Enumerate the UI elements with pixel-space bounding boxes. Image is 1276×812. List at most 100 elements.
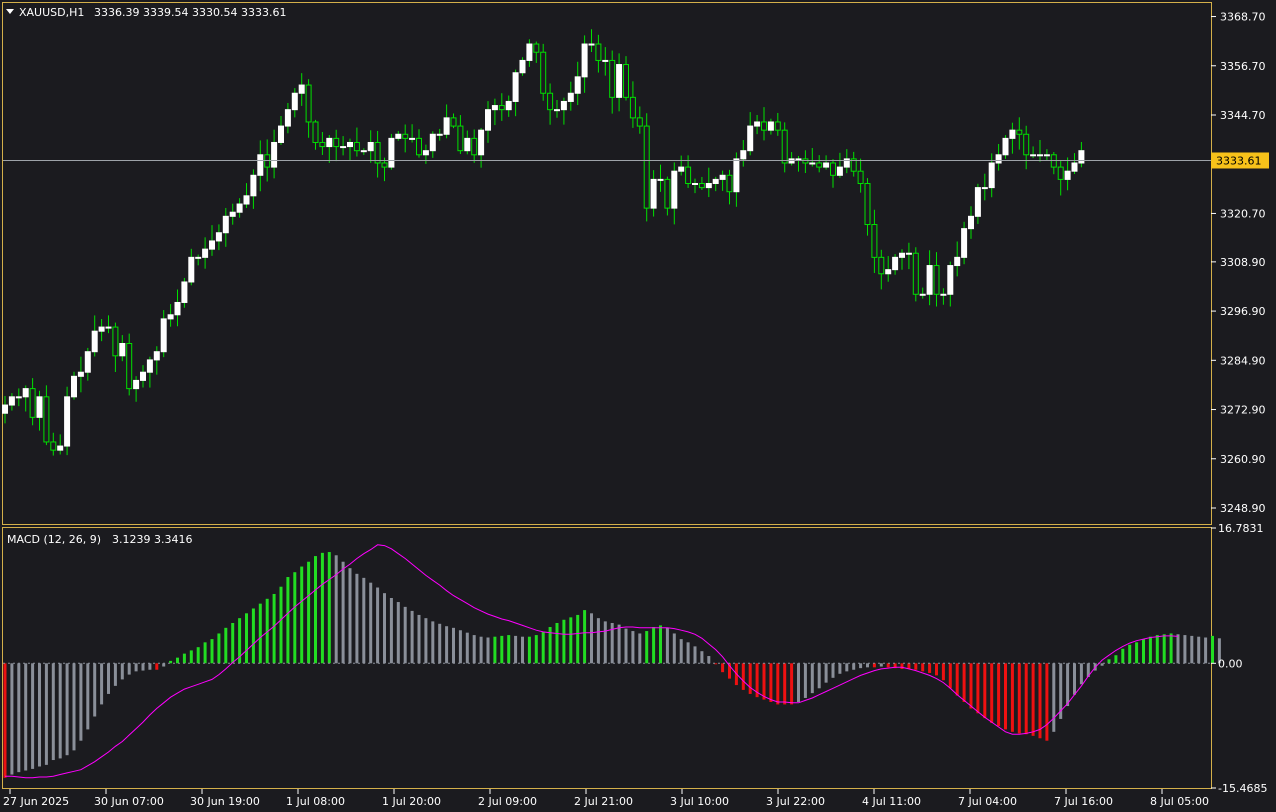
candle-body — [671, 170, 678, 209]
candle-body — [1057, 166, 1064, 180]
time-tick-label: 2 Jul 21:00 — [574, 795, 633, 808]
macd-bar — [279, 586, 283, 664]
macd-tick-label: 16.7831 — [1218, 522, 1264, 535]
candle-body — [347, 141, 353, 148]
macd-bar — [652, 627, 656, 664]
candle-body — [209, 240, 215, 250]
macd-bar — [293, 572, 297, 664]
candle-body — [257, 154, 264, 176]
candle-body — [250, 174, 257, 197]
time-tick-label: 30 Jun 07:00 — [94, 795, 164, 808]
macd-bar — [983, 663, 987, 719]
candle-body — [374, 141, 381, 164]
macd-bar — [776, 663, 780, 705]
macd-bar — [1066, 663, 1070, 707]
candle-body — [422, 150, 429, 156]
time-tick-label: 3 Jul 22:00 — [766, 795, 825, 808]
price-tick-label: 3344.70 — [1220, 109, 1266, 122]
macd-bar — [189, 650, 193, 664]
candle-body — [105, 326, 112, 329]
macd-bar — [645, 631, 649, 664]
macd-bar — [617, 624, 621, 664]
macd-bar — [790, 663, 794, 705]
macd-bar — [300, 566, 304, 664]
candle-body — [581, 43, 588, 78]
macd-bar — [107, 663, 110, 694]
macd-bar — [907, 663, 911, 669]
macd-bar — [383, 593, 386, 664]
candle-body — [560, 100, 567, 111]
macd-bar — [665, 627, 669, 664]
trading-chart[interactable]: 3368.703356.703344.703332.703320.703308.… — [0, 0, 1276, 812]
macd-bar — [976, 663, 980, 714]
macd-bar — [31, 663, 35, 769]
macd-bar — [852, 663, 856, 670]
time-tick-label: 30 Jun 19:00 — [190, 795, 260, 808]
price-tick-label: 3296.90 — [1220, 305, 1266, 318]
macd-bar — [1162, 634, 1166, 664]
macd-bar — [1017, 663, 1021, 734]
macd-bar — [583, 610, 587, 664]
macd-tick-label: -15.4685 — [1218, 782, 1267, 795]
candle-body — [64, 396, 71, 447]
macd-bar — [941, 663, 945, 681]
macd-bar — [562, 619, 566, 664]
macd-bar — [872, 663, 876, 668]
candle-body — [353, 141, 360, 152]
macd-bar — [797, 663, 800, 702]
price-tick-label: 3356.70 — [1220, 60, 1266, 73]
macd-bar — [458, 630, 462, 664]
candle-body — [878, 256, 885, 275]
macd-bar — [748, 663, 752, 694]
candle-body — [464, 137, 471, 152]
macd-bar — [58, 663, 62, 759]
time-tick-label: 1 Jul 08:00 — [286, 795, 345, 808]
macd-bar — [327, 552, 331, 664]
candle-body — [795, 158, 802, 161]
macd-bar — [659, 625, 662, 664]
macd-bar — [700, 651, 704, 664]
candle-body — [312, 121, 319, 143]
macd-bar — [1204, 637, 1208, 664]
macd-bar — [307, 561, 311, 664]
time-tick-label: 3 Jul 10:00 — [670, 795, 729, 808]
candle-body — [284, 109, 291, 127]
macd-bar — [182, 653, 186, 664]
current-price-label: 3333.61 — [1216, 154, 1262, 167]
macd-bar — [286, 577, 290, 664]
candle-body — [57, 445, 64, 451]
candle-body — [809, 162, 816, 165]
candle-body — [664, 178, 671, 209]
macd-bar — [1038, 663, 1042, 739]
candle-body — [609, 59, 616, 98]
macd-bar — [638, 633, 642, 664]
macd-bar — [1148, 636, 1152, 664]
macd-bar — [990, 663, 994, 723]
candle-body — [29, 388, 36, 418]
price-tick-label: 3248.90 — [1220, 502, 1266, 515]
macd-bar — [1114, 655, 1118, 664]
candle-body — [1002, 137, 1009, 156]
candle-body — [181, 281, 188, 303]
macd-bar — [251, 608, 255, 664]
macd-bar — [3, 663, 7, 778]
macd-bar — [1010, 663, 1014, 732]
candle-body — [754, 121, 761, 127]
candle-body — [961, 228, 968, 258]
macd-bar — [507, 635, 511, 664]
candle-body — [1016, 129, 1023, 135]
candle-body — [326, 137, 333, 148]
candle-body — [381, 162, 388, 168]
candle-body — [1009, 129, 1016, 139]
macd-bar — [741, 663, 745, 690]
candle-body — [685, 166, 692, 185]
price-tick-label: 3272.90 — [1220, 404, 1266, 417]
candle-body — [222, 215, 229, 234]
candle-body — [15, 396, 22, 399]
candle — [519, 57, 526, 76]
macd-bar — [707, 656, 711, 664]
candle-body — [1030, 154, 1037, 157]
candle-body — [981, 187, 988, 190]
macd-bar — [831, 663, 835, 678]
macd-bar — [721, 663, 725, 673]
